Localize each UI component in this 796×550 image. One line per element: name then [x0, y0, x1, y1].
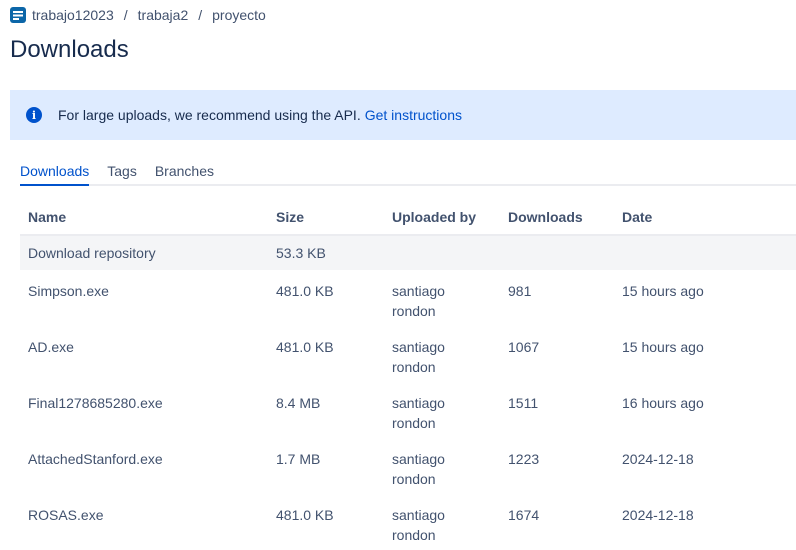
file-size: 481.0 KB — [276, 507, 334, 523]
tab-branches[interactable]: Branches — [155, 160, 214, 184]
download-count: 1223 — [508, 451, 540, 467]
table-row: AD.exe 481.0 KB santiago rondon 1067 15 h… — [20, 326, 796, 382]
get-instructions-link[interactable]: Get instructions — [365, 107, 462, 123]
info-banner: i For large uploads, we recommend using … — [10, 90, 796, 140]
file-size: 481.0 KB — [276, 339, 334, 355]
file-link[interactable]: AttachedStanford.exe — [28, 451, 163, 467]
table-row: AttachedStanford.exe 1.7 MB santiago rond… — [20, 438, 796, 494]
uploader: santiago rondon — [392, 451, 445, 487]
upload-date: 15 hours ago — [622, 283, 704, 299]
uploader: santiago rondon — [392, 395, 445, 431]
file-size: 1.7 MB — [276, 451, 321, 467]
breadcrumb-separator: / — [198, 7, 203, 23]
file-size: 8.4 MB — [276, 395, 321, 411]
table-row: Simpson.exe 481.0 KB santiago rondon 981 … — [20, 270, 796, 326]
breadcrumb: trabajo12023 / trabaja2 / proyecto — [10, 7, 266, 23]
table-header-row: Name Size Uploaded by Downloads Date — [20, 200, 796, 236]
table-row: ROSAS.exe 481.0 KB santiago rondon 1674 2… — [20, 494, 796, 550]
tab-tags[interactable]: Tags — [107, 160, 137, 184]
uploader: santiago rondon — [392, 507, 445, 543]
tab-downloads[interactable]: Downloads — [20, 160, 90, 186]
repo-icon — [10, 7, 26, 23]
download-repository-row: Download repository 53.3 KB — [20, 235, 796, 270]
upload-date: 2024-12-18 — [622, 507, 694, 523]
column-header-uploaded-by: Uploaded by — [384, 200, 500, 236]
info-icon: i — [26, 107, 42, 123]
upload-date: 15 hours ago — [622, 339, 704, 355]
uploader: santiago rondon — [392, 283, 445, 319]
upload-date: 16 hours ago — [622, 395, 704, 411]
breadcrumb-item-workspace[interactable]: trabajo12023 — [32, 7, 114, 23]
page-title: Downloads — [10, 36, 129, 63]
downloads-table: Name Size Uploaded by Downloads Date Dow… — [20, 200, 796, 550]
column-header-size: Size — [268, 200, 384, 236]
file-size: 481.0 KB — [276, 283, 334, 299]
column-header-downloads: Downloads — [500, 200, 614, 236]
file-link[interactable]: Simpson.exe — [28, 283, 109, 299]
download-count: 1067 — [508, 339, 540, 355]
banner-text: For large uploads, we recommend using th… — [58, 107, 361, 123]
upload-date: 2024-12-18 — [622, 451, 694, 467]
breadcrumb-item-project[interactable]: trabaja2 — [138, 7, 189, 23]
download-count: 981 — [508, 283, 532, 299]
uploader: santiago rondon — [392, 339, 445, 375]
file-link[interactable]: ROSAS.exe — [28, 507, 103, 523]
table-row: Final1278685280.exe 8.4 MB santiago rondo… — [20, 382, 796, 438]
breadcrumb-item-repository[interactable]: proyecto — [212, 7, 266, 23]
download-count: 1511 — [508, 395, 539, 411]
breadcrumb-separator: / — [123, 7, 128, 23]
file-size: 53.3 KB — [268, 235, 384, 270]
file-link[interactable]: AD.exe — [28, 339, 74, 355]
column-header-date: Date — [614, 200, 796, 236]
column-header-name: Name — [20, 200, 268, 236]
tab-bar: Downloads Tags Branches — [20, 160, 796, 186]
download-repository-link[interactable]: Download repository — [28, 245, 156, 261]
download-count: 1674 — [508, 507, 540, 523]
file-link[interactable]: Final1278685280.exe — [28, 395, 163, 411]
